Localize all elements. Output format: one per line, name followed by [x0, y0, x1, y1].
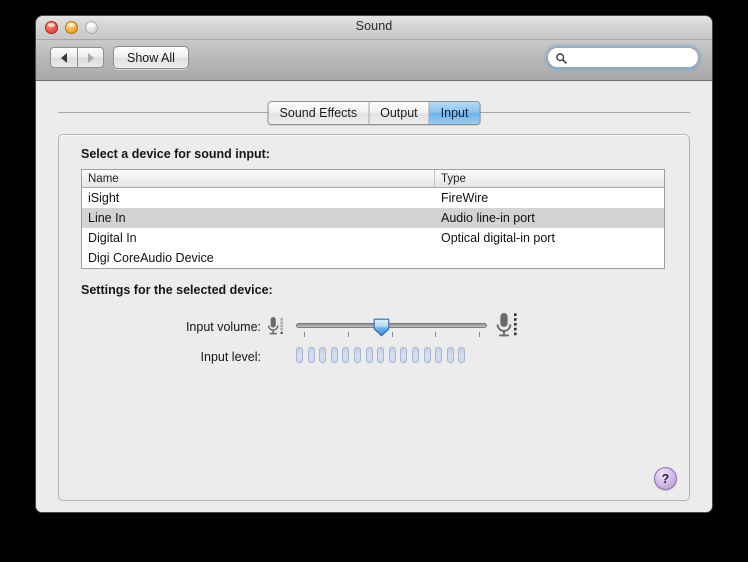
input-level-meter [296, 347, 466, 363]
back-button[interactable] [50, 47, 77, 68]
input-level-row: Input level: [59, 347, 689, 371]
output-volume-slider[interactable] [326, 511, 521, 512]
input-volume-label: Input volume: [185, 320, 261, 334]
level-segment [388, 347, 396, 363]
show-all-label: Show All [127, 50, 175, 65]
cell-device-name: Line In [88, 211, 126, 225]
cell-device-name: Digital In [88, 231, 137, 245]
level-segment [400, 347, 408, 363]
output-volume-row: Output volume: [36, 509, 712, 512]
column-header-name[interactable]: Name [82, 170, 435, 187]
forward-button[interactable] [77, 47, 104, 68]
level-segment [319, 347, 327, 363]
tab-sound-effects-label: Sound Effects [279, 106, 358, 120]
cell-device-type [435, 248, 664, 268]
level-segment [377, 347, 385, 363]
level-segment [435, 347, 443, 363]
table-header-row: Name Type [82, 170, 664, 188]
cell-device-type: Optical digital-in port [441, 231, 555, 245]
help-button[interactable]: ? [654, 467, 677, 490]
level-segment [423, 347, 431, 363]
table-row[interactable]: Digi CoreAudio Device [82, 248, 664, 268]
input-volume-slider[interactable] [296, 315, 487, 339]
preferences-content: Sound Effects Output Input Select a devi… [36, 81, 712, 512]
tab-output[interactable]: Output [369, 102, 430, 124]
table-row[interactable]: Line In Audio line-in port [82, 208, 664, 228]
device-section-title: Select a device for sound input: [81, 147, 270, 161]
window-toolbar: Show All [36, 40, 712, 81]
show-all-button[interactable]: Show All [113, 46, 189, 69]
tab-input[interactable]: Input [429, 102, 480, 124]
tab-group: Sound Effects Output Input [267, 101, 481, 125]
screen: Sound Show All Sound Effects Output Inpu… [0, 0, 748, 562]
level-segment [330, 347, 338, 363]
level-segment [446, 347, 454, 363]
search-input[interactable] [571, 50, 690, 66]
level-segment [307, 347, 315, 363]
microphone-large-icon [496, 313, 517, 337]
level-segment [353, 347, 361, 363]
level-segment [296, 347, 303, 363]
tab-output-label: Output [380, 106, 418, 120]
level-segment [365, 347, 373, 363]
tab-bar: Sound Effects Output Input [36, 101, 712, 125]
search-field[interactable] [547, 47, 699, 68]
window-title: Sound [355, 19, 393, 33]
navigation-buttons [50, 47, 104, 68]
speaker-loud-icon [533, 511, 557, 512]
sound-preferences-window: Sound Show All Sound Effects Output Inpu… [36, 16, 712, 512]
chevron-left-icon [61, 52, 67, 63]
level-segment [458, 347, 466, 363]
chevron-right-icon [87, 52, 94, 63]
cell-device-type: Audio line-in port [441, 211, 535, 225]
cell-device-name: iSight [88, 191, 120, 205]
settings-section-title: Settings for the selected device: [81, 283, 273, 297]
input-volume-row: Input volume: [59, 311, 689, 345]
slider-track[interactable] [296, 323, 487, 328]
search-field-wrapper [545, 45, 701, 70]
search-icon [556, 53, 567, 64]
input-device-table[interactable]: Name Type iSight FireWire Line In Audio … [81, 169, 665, 269]
tab-input-label: Input [440, 106, 469, 120]
settings-panel: Select a device for sound input: Name Ty… [58, 134, 690, 501]
help-label: ? [661, 471, 670, 486]
window-titlebar: Sound [36, 16, 712, 40]
cell-device-name: Digi CoreAudio Device [88, 251, 214, 265]
table-row[interactable]: iSight FireWire [82, 188, 664, 208]
tab-sound-effects[interactable]: Sound Effects [268, 102, 370, 124]
column-header-type[interactable]: Type [435, 170, 664, 187]
level-segment [342, 347, 350, 363]
table-row[interactable]: Digital In Optical digital-in port [82, 228, 664, 248]
slider-ticks [296, 332, 487, 338]
input-level-label: Input level: [200, 350, 261, 364]
cell-device-type: FireWire [441, 191, 489, 205]
microphone-small-icon [267, 317, 284, 335]
level-segment [411, 347, 419, 363]
